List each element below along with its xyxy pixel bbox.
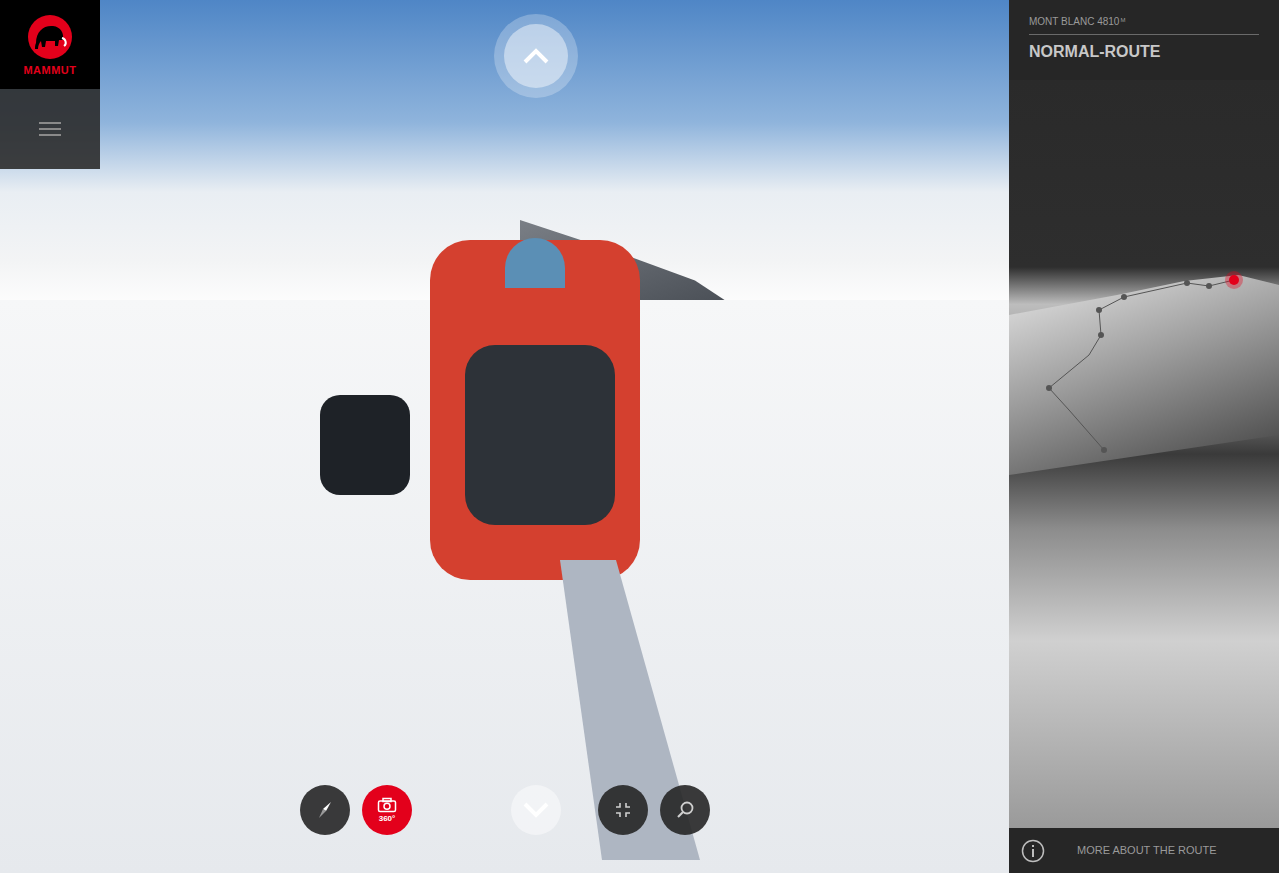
altitude-unit: M — [1120, 17, 1125, 23]
route-header: MONT BLANC 4810M NORMAL-ROUTE — [1009, 0, 1279, 80]
chevron-down-icon — [521, 800, 551, 820]
camera-icon — [377, 797, 397, 813]
panorama-viewer[interactable]: MAMMUT 360° — [0, 0, 1009, 873]
info-icon — [1021, 839, 1045, 863]
panorama-360-button[interactable]: 360° — [362, 785, 412, 835]
route-name: NORMAL-ROUTE — [1029, 42, 1259, 62]
scroll-up-button[interactable] — [494, 14, 578, 98]
brand-logo[interactable]: MAMMUT — [0, 0, 100, 89]
route-line-icon — [1009, 80, 1279, 500]
fullscreen-icon — [614, 801, 632, 819]
zoom-button[interactable] — [660, 785, 710, 835]
search-icon — [675, 800, 695, 820]
fullscreen-button[interactable] — [598, 785, 648, 835]
more-about-route-link[interactable]: MORE ABOUT THE ROUTE — [1077, 842, 1217, 859]
mountain-name: MONT BLANC 4810 — [1029, 17, 1119, 27]
compass-button[interactable] — [300, 785, 350, 835]
panorama-photo — [0, 0, 1009, 873]
scroll-down-button[interactable] — [511, 785, 561, 835]
chevron-up-icon — [521, 46, 551, 66]
route-map[interactable] — [1009, 80, 1279, 828]
hamburger-icon — [39, 121, 61, 137]
brand-name: MAMMUT — [23, 65, 76, 76]
route-panel: MONT BLANC 4810M NORMAL-ROUTE — [1009, 0, 1279, 873]
mammoth-icon — [26, 13, 74, 61]
route-footer[interactable]: MORE ABOUT THE ROUTE — [1009, 828, 1279, 873]
control-label: 360° — [379, 815, 396, 823]
menu-button[interactable] — [0, 89, 100, 169]
compass-icon — [314, 799, 336, 821]
